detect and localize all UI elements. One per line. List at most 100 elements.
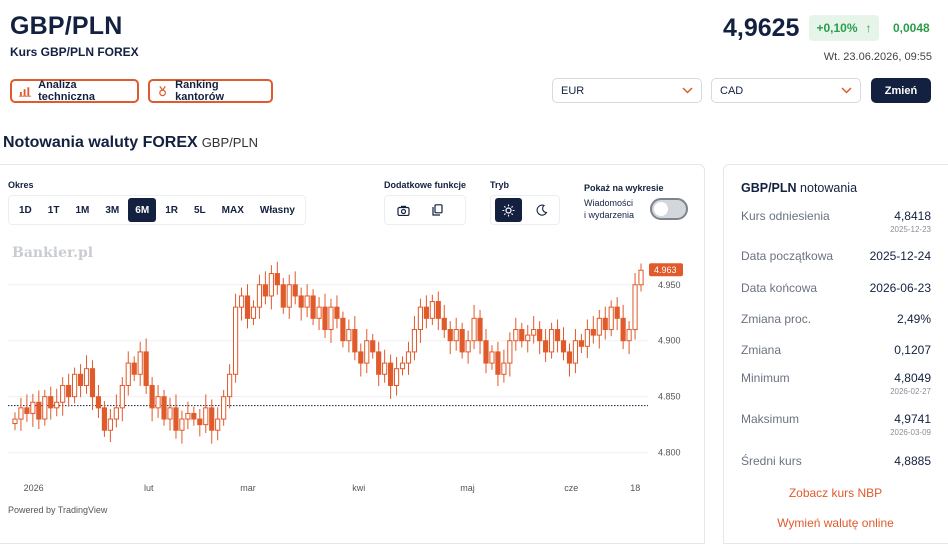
- candle-body: [548, 329, 555, 353]
- news-toggle[interactable]: [650, 198, 688, 220]
- y-tick-label: 4.850: [658, 392, 681, 402]
- stats-title-pair: GBP/PLN: [741, 181, 797, 195]
- candle-body: [483, 340, 489, 364]
- candle-body: [48, 396, 54, 409]
- period-1m[interactable]: 1M: [68, 198, 96, 222]
- x-tick-label: 2026: [24, 483, 44, 493]
- stats-title: GBP/PLN notowania: [741, 181, 857, 195]
- candle-body: [608, 306, 614, 331]
- candle-body: [465, 340, 471, 353]
- candle-body: [203, 407, 209, 426]
- candle-body: [525, 334, 531, 342]
- candle-body: [18, 407, 24, 420]
- stats-row: Średni kurs 4,8885: [741, 454, 931, 484]
- screenshot-button[interactable]: [389, 198, 417, 222]
- candle-body: [256, 284, 263, 308]
- candle-body: [590, 329, 596, 336]
- candle-body: [632, 284, 638, 331]
- change-currency-button[interactable]: Zmień: [871, 78, 931, 103]
- price-chart[interactable]: 4.950 4.900 4.850 4.800 4.963 2026 lut mar kwi ma…: [0, 230, 700, 500]
- x-tick-label: lut: [144, 483, 154, 493]
- candle-body: [405, 351, 412, 364]
- candle-body: [382, 362, 388, 375]
- chevron-down-icon: [682, 87, 693, 94]
- candle-body: [447, 329, 453, 342]
- light-mode-button[interactable]: [495, 198, 522, 222]
- copy-button[interactable]: [423, 198, 451, 222]
- to-currency-select[interactable]: CAD: [711, 78, 861, 103]
- candle-body: [316, 306, 322, 319]
- exchange-online-link[interactable]: Wymień walutę online: [723, 516, 948, 530]
- candle-body: [513, 329, 519, 342]
- sun-icon: [502, 204, 515, 216]
- extra-functions-group: [384, 195, 466, 225]
- candle-body: [388, 362, 394, 386]
- candle-body: [572, 340, 579, 364]
- stats-label: Zmiana: [741, 343, 782, 357]
- candle-body: [507, 340, 513, 364]
- period-1d[interactable]: 1D: [12, 198, 39, 222]
- candle-body: [274, 273, 280, 286]
- candle-body: [24, 407, 30, 414]
- candle-body: [596, 317, 602, 336]
- candle-body: [423, 306, 429, 319]
- x-tick-label: 18: [630, 483, 640, 493]
- stats-date: 2025-12-23: [890, 225, 931, 234]
- candle-body: [137, 351, 143, 375]
- section-pair: GBP/PLN: [201, 135, 259, 150]
- candle-body: [477, 317, 483, 342]
- section-title-text: Notowania waluty FOREX: [3, 134, 198, 151]
- candle-body: [191, 412, 197, 420]
- show-on-chart-label: Pokaż na wykresie: [584, 183, 664, 193]
- candle-body: [155, 396, 161, 409]
- candle-body: [238, 295, 245, 308]
- camera-icon: [396, 205, 410, 216]
- technical-analysis-button[interactable]: Analiza techniczna: [10, 79, 139, 103]
- period-5l[interactable]: 5L: [187, 198, 213, 222]
- candle-body: [12, 418, 18, 425]
- candle-body: [531, 329, 537, 336]
- candle-body: [560, 340, 567, 353]
- candle-body: [411, 329, 418, 353]
- stats-label: Minimum: [741, 371, 790, 385]
- period-3m[interactable]: 3M: [98, 198, 126, 222]
- nbp-rate-link[interactable]: Zobacz kurs NBP: [723, 486, 948, 500]
- candle-body: [107, 418, 113, 431]
- period-max[interactable]: MAX: [215, 198, 251, 222]
- mode-group: [490, 195, 560, 225]
- candle-body: [89, 368, 96, 398]
- candle-body: [501, 362, 507, 375]
- candle-body: [578, 340, 584, 347]
- period-1t[interactable]: 1T: [41, 198, 67, 222]
- candle-body: [429, 301, 435, 319]
- change-percent: +0,10%: [816, 21, 858, 35]
- candle-body: [554, 329, 561, 342]
- candle-body: [95, 396, 102, 409]
- ranking-button[interactable]: Ranking kantorów: [148, 79, 273, 103]
- stats-row: Data końcowa 2026-06-23: [741, 281, 931, 311]
- arrow-up-icon: ↑: [865, 21, 872, 35]
- x-tick-label: kwi: [352, 483, 365, 493]
- period-6m[interactable]: 6M: [128, 198, 157, 222]
- period-label: Okres: [8, 180, 34, 190]
- dark-mode-button[interactable]: [528, 198, 555, 222]
- y-tick-label: 4.900: [658, 336, 681, 346]
- candle-body: [54, 401, 60, 409]
- candle-body: [584, 329, 590, 347]
- stats-row: Zmiana proc. 2,49%: [741, 312, 931, 342]
- candle-body: [125, 362, 131, 386]
- candle-body: [322, 306, 328, 331]
- from-currency-select[interactable]: EUR: [552, 78, 702, 103]
- stats-value: 0,1207: [894, 343, 931, 357]
- change-percent-badge: +0,10% ↑: [809, 15, 879, 41]
- period-custom[interactable]: Własny: [253, 198, 302, 222]
- stats-row: Kurs odniesienia 4,8418 2025-12-23: [741, 209, 931, 239]
- candle-body: [215, 418, 221, 431]
- x-tick-label: cze: [564, 483, 578, 493]
- candle-body: [298, 295, 304, 308]
- quote-datetime: Wt. 23.06.2026, 09:55: [823, 51, 932, 63]
- candle-body: [42, 396, 48, 420]
- stats-value: 4,9741: [894, 412, 931, 426]
- candle-body: [179, 418, 185, 431]
- period-1r[interactable]: 1R: [158, 198, 185, 222]
